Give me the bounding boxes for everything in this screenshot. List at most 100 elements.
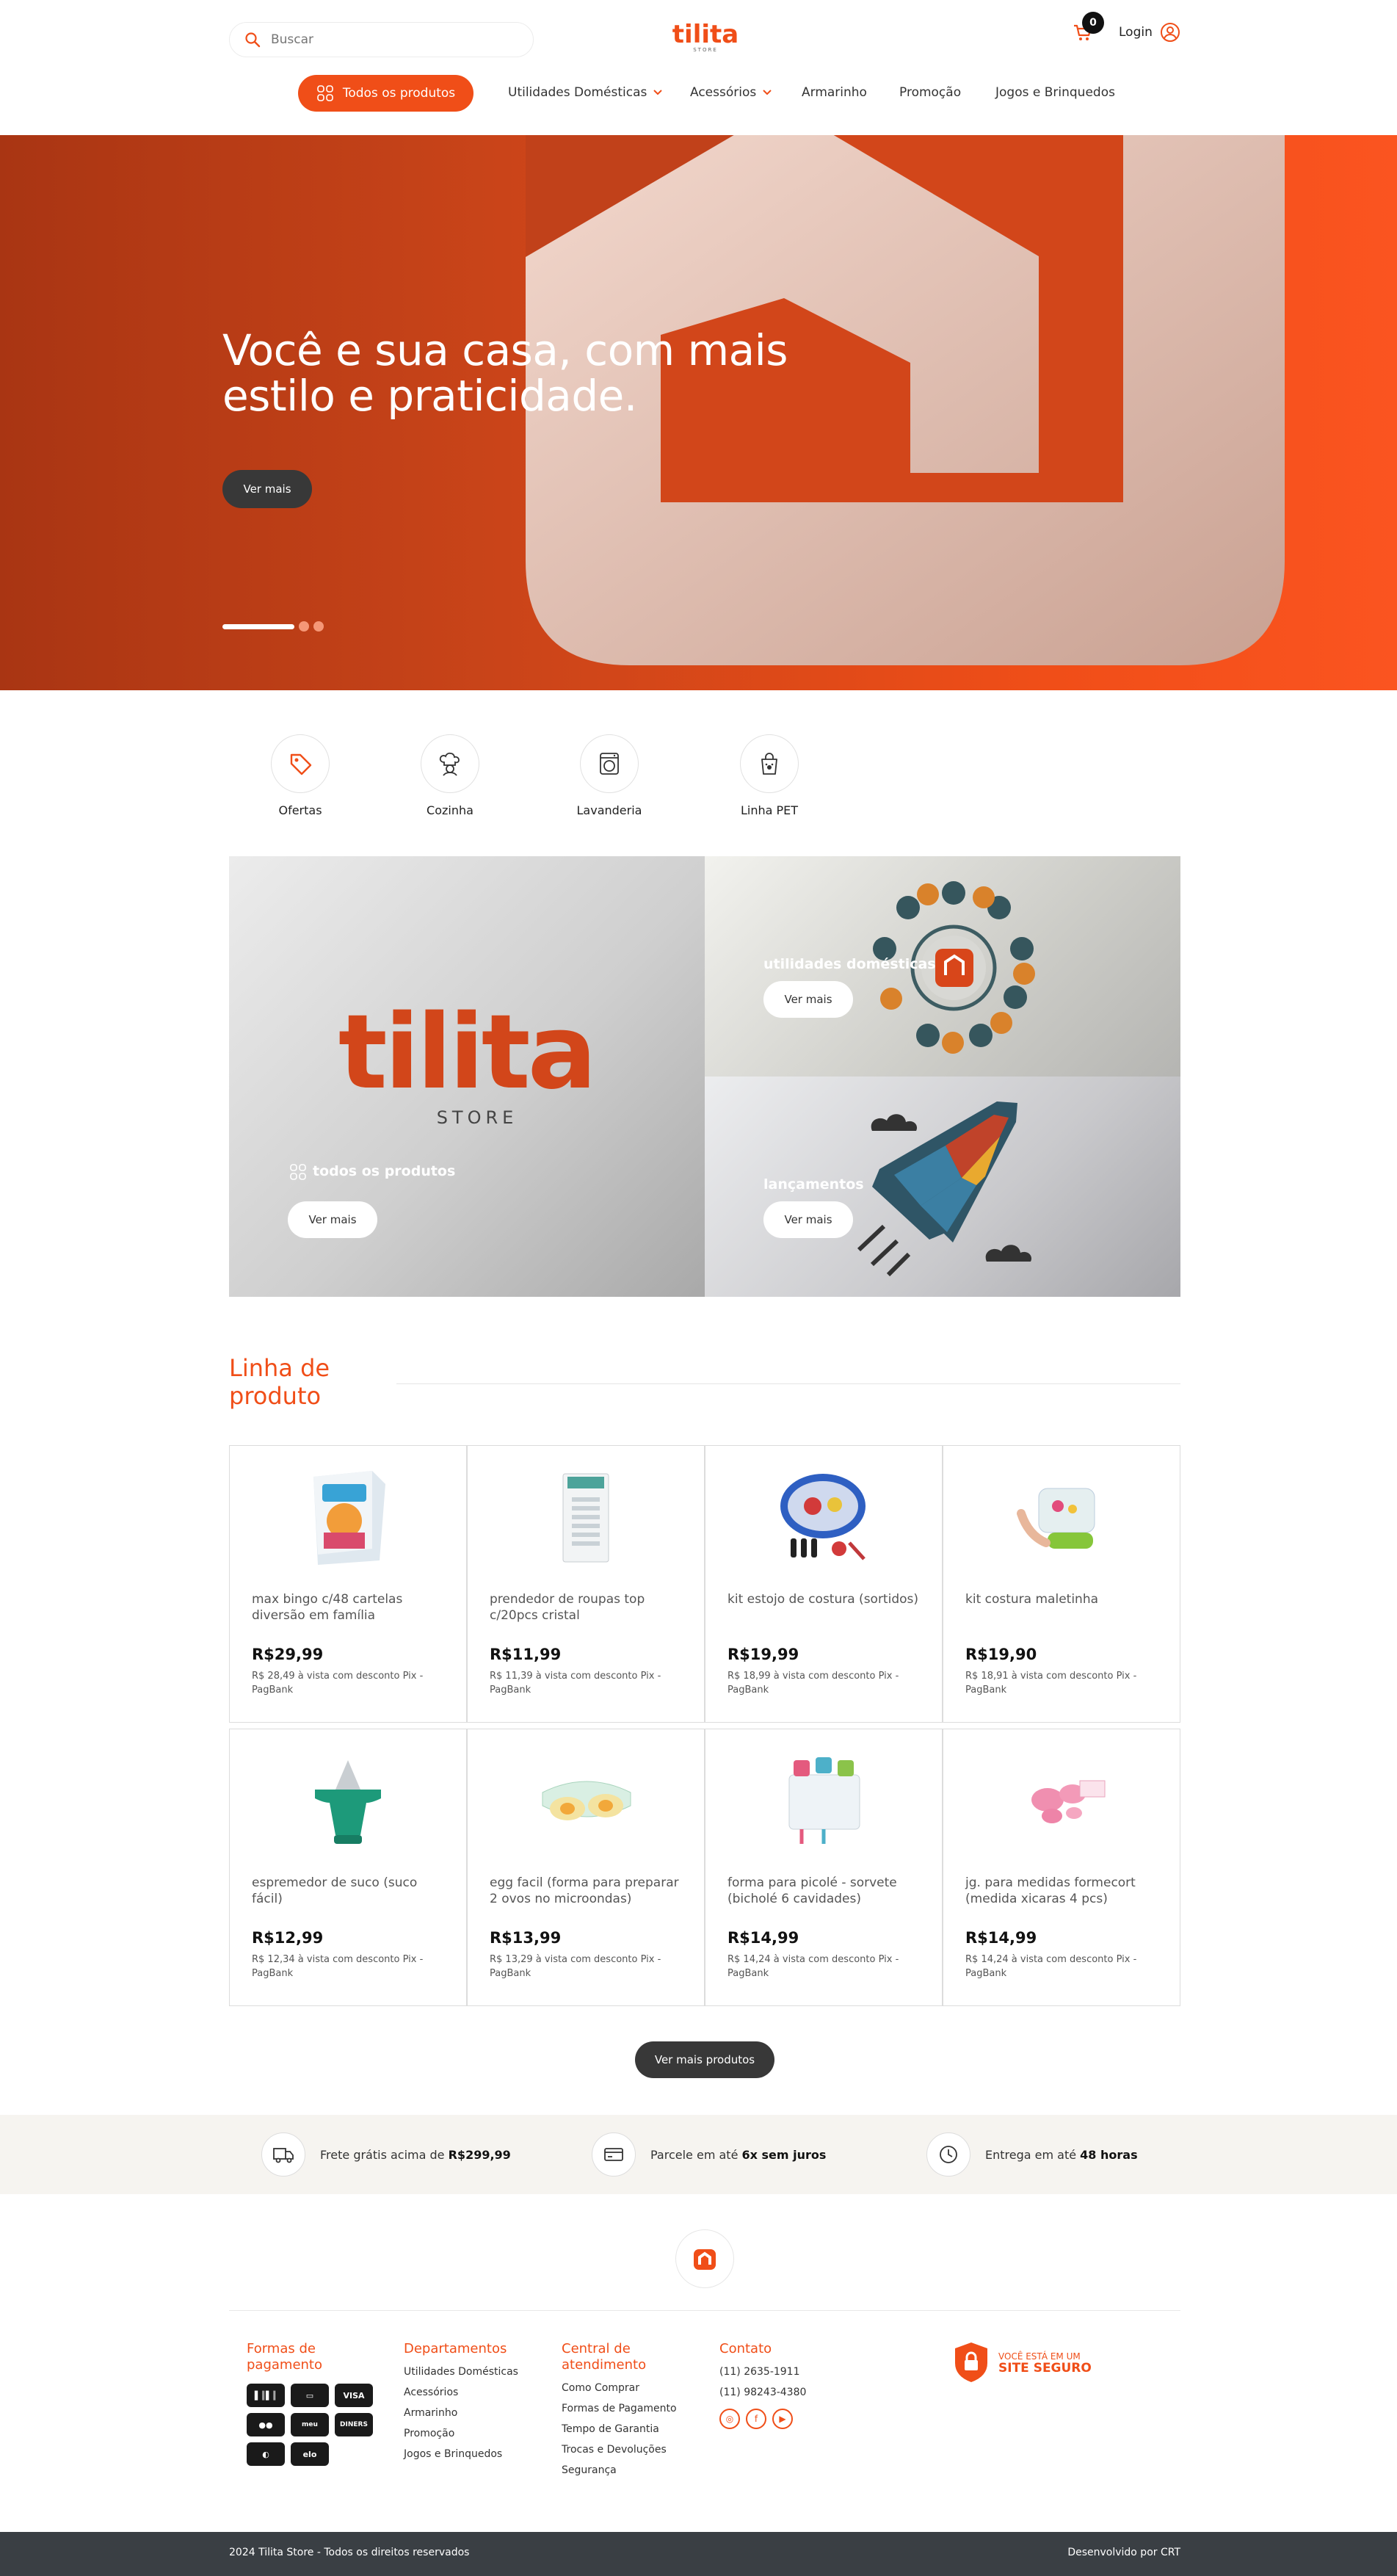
search-input[interactable] <box>271 32 491 47</box>
hero-see-more-button[interactable]: Ver mais <box>222 470 312 508</box>
see-more-products-button[interactable]: Ver mais produtos <box>635 2041 774 2078</box>
product-line-title: Linha de produto <box>229 1354 330 1410</box>
product-price: R$14,99 <box>965 1929 1037 1947</box>
chevron-down-icon <box>653 90 663 95</box>
footer-contact: Contato (11) 2635-1911 (11) 98243-4380 ◎… <box>719 2341 852 2429</box>
footer-link[interactable]: Segurança <box>562 2460 694 2481</box>
category-label: Ofertas <box>278 803 322 817</box>
product-card[interactable]: espremedor de suco (suco fácil) R$12,99 … <box>229 1729 467 2006</box>
banner-utilities-see-more-button[interactable]: Ver mais <box>763 981 853 1018</box>
footer-link[interactable]: Armarinho <box>404 2403 543 2423</box>
footer-link[interactable]: Acessórios <box>404 2382 543 2403</box>
carousel-dot[interactable] <box>299 621 309 632</box>
product-pix-price: R$ 13,29 à vista com desconto Pix - PagB… <box>490 1954 661 1979</box>
developer-credit[interactable]: Desenvolvido por CRT <box>1067 2547 1180 2558</box>
nav-item-armarinho[interactable]: Armarinho <box>802 85 867 100</box>
footer-link[interactable]: Formas de Pagamento <box>562 2398 694 2419</box>
product-pix-price: R$ 14,24 à vista com desconto Pix - PagB… <box>727 1954 899 1979</box>
nav-item-jogos[interactable]: Jogos e Brinquedos <box>995 85 1115 100</box>
product-pix-price: R$ 14,24 à vista com desconto Pix - PagB… <box>965 1954 1137 1979</box>
product-card[interactable]: forma para picolé - sorvete (bicholé 6 c… <box>705 1729 943 2006</box>
amex-icon: ◐ <box>247 2442 285 2466</box>
product-price: R$12,99 <box>252 1929 324 1947</box>
banner-utilities[interactable]: utilidades domésticas Ver mais <box>705 856 1180 1077</box>
category-cozinha[interactable]: Cozinha <box>391 734 509 817</box>
instagram-icon[interactable]: ◎ <box>719 2409 740 2429</box>
login-button[interactable]: Login <box>1119 22 1180 43</box>
category-label: Linha PET <box>740 803 799 817</box>
product-card[interactable]: kit costura maletinha R$19,90 R$ 18,91 à… <box>943 1445 1180 1723</box>
user-icon <box>1160 23 1180 42</box>
category-ofertas[interactable]: Ofertas <box>242 734 359 817</box>
footer-link[interactable]: Tempo de Garantia <box>562 2419 694 2439</box>
product-card[interactable]: kit estojo de costura (sortidos) R$19,99… <box>705 1445 943 1723</box>
hero-banner: Você e sua casa, com mais estilo e pratic… <box>0 135 1397 690</box>
footer-link[interactable]: Como Comprar <box>562 2378 694 2398</box>
carousel-dot-active[interactable] <box>222 623 294 629</box>
carousel-dots <box>222 621 324 632</box>
tilita-logo[interactable]: tilita STORE <box>664 18 747 54</box>
nav-item-promocao[interactable]: Promoção <box>899 85 961 100</box>
footer-link[interactable]: Jogos e Brinquedos <box>404 2444 543 2464</box>
product-pix-price: R$ 18,99 à vista com desconto Pix - PagB… <box>727 1671 899 1696</box>
footer-heading: Departamentos <box>404 2341 507 2356</box>
benefit-delivery: Entrega em até 48 horas <box>926 2132 1138 2177</box>
category-lavanderia[interactable]: Lavanderia <box>551 734 668 817</box>
benefit-installments: Parcele em até 6x sem juros <box>592 2132 826 2177</box>
product-card[interactable]: max bingo c/48 cartelas diversão em famí… <box>229 1445 467 1723</box>
category-label: Cozinha <box>427 803 473 817</box>
nav-item-acessorios[interactable]: Acessórios <box>690 85 772 100</box>
product-image <box>1006 1462 1117 1572</box>
search-bar[interactable] <box>229 22 534 57</box>
grid-icon <box>290 1164 306 1180</box>
category-linha-pet[interactable]: Linha PET <box>711 734 828 817</box>
product-image <box>1006 1745 1117 1856</box>
main-nav: Todos os produtos Utilidades Domésticas … <box>0 75 1397 112</box>
product-pix-price: R$ 28,49 à vista com desconto Pix - PagB… <box>252 1671 424 1696</box>
login-label: Login <box>1119 25 1153 40</box>
banner-all-products[interactable]: tilita STORE todos os produtos Ver mais <box>229 856 705 1297</box>
banner-utilities-label: utilidades domésticas <box>763 956 936 972</box>
svg-text:tilita: tilita <box>338 1003 594 1112</box>
cart-button[interactable]: 0 <box>1072 12 1104 46</box>
product-card[interactable]: egg facil (forma para preparar 2 ovos no… <box>467 1729 705 2006</box>
banner-all-label: todos os produtos <box>313 1163 456 1179</box>
search-icon <box>245 32 261 48</box>
nav-item-label: Acessórios <box>690 85 757 100</box>
svg-text:tilita: tilita <box>672 20 739 49</box>
footer-link[interactable]: Trocas e Devoluções <box>562 2439 694 2460</box>
footer-link[interactable]: Utilidades Domésticas <box>404 2362 543 2382</box>
product-price: R$19,99 <box>727 1646 799 1663</box>
footer-heading: Formas de pagamento <box>247 2341 322 2373</box>
secure-big-text: SITE SEGURO <box>998 2361 1092 2376</box>
washing-machine-icon <box>600 753 619 775</box>
banner-all-see-more-button[interactable]: Ver mais <box>288 1201 377 1238</box>
product-pix-price: R$ 11,39 à vista com desconto Pix - PagB… <box>490 1671 661 1696</box>
chevron-down-icon <box>763 90 772 95</box>
carousel-dot[interactable] <box>313 621 324 632</box>
product-card[interactable]: jg. para medidas formecort (medida xicar… <box>943 1729 1180 2006</box>
footer-payment: Formas de pagamento ▌║▌║ ▭ VISA ●● meu D… <box>247 2341 379 2466</box>
copyright-text: 2024 Tilita Store - Todos os direitos re… <box>229 2547 470 2558</box>
product-name: espremedor de suco (suco fácil) <box>252 1875 418 1906</box>
youtube-icon[interactable]: ▶ <box>772 2409 793 2429</box>
benefit-text: Entrega em até <box>985 2147 1081 2162</box>
banner-launches-see-more-button[interactable]: Ver mais <box>763 1201 853 1238</box>
footer-phone[interactable]: (11) 98243-4380 <box>719 2382 852 2403</box>
benefits-bar: Frete grátis acima de R$299,99 Parcele e… <box>0 2115 1397 2194</box>
product-card[interactable]: prendedor de roupas top c/20pcs cristal … <box>467 1445 705 1723</box>
banner-launches[interactable]: lançamentos Ver mais <box>705 1077 1180 1297</box>
svg-text:STORE: STORE <box>693 47 718 53</box>
grid-icon <box>317 85 333 101</box>
facebook-icon[interactable]: f <box>746 2409 766 2429</box>
footer-phone[interactable]: (11) 2635-1911 <box>719 2362 852 2382</box>
all-products-button[interactable]: Todos os produtos <box>298 75 473 112</box>
mastercard-icon: ●● <box>247 2413 285 2436</box>
footer-link[interactable]: Promoção <box>404 2423 543 2444</box>
product-pix-price: R$ 12,34 à vista com desconto Pix - PagB… <box>252 1954 424 1979</box>
footer-divider <box>229 2310 1180 2311</box>
product-name: kit costura maletinha <box>965 1592 1099 1607</box>
nav-item-utilidades[interactable]: Utilidades Domésticas <box>508 85 663 100</box>
product-price: R$11,99 <box>490 1646 562 1663</box>
nav-item-label: Utilidades Domésticas <box>508 85 647 100</box>
